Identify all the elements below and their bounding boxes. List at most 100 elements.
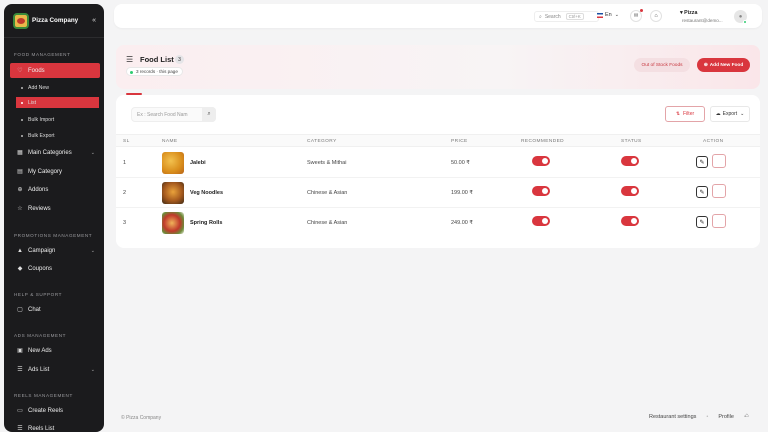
user-name-text: Pizza [684,10,698,16]
food-search-placeholder: Ex : Search Food Nam [137,111,188,118]
video-icon: ▭ [17,408,23,414]
sidebar-item-my-category[interactable]: ▤ My Category [10,165,100,178]
col-status: STATUS [621,139,642,144]
sidebar-item-bulk-import[interactable]: Bulk Import [16,114,99,125]
food-category: Chinese & Asian [307,220,348,226]
filter-icon: ⇅ [675,111,681,117]
records-badge: 3 records · this page [126,67,183,76]
home-icon[interactable]: ⌂ [745,413,749,419]
recommended-toggle[interactable] [532,186,550,196]
bag-icon: ⌂ [654,13,658,19]
status-toggle[interactable] [621,216,639,226]
logo-icon [13,12,29,29]
chat-icon: ▢ [17,307,23,313]
filter-button[interactable]: ⇅ Filter [665,106,705,122]
recommended-toggle[interactable] [532,156,550,166]
sidebar-item-list[interactable]: List [16,97,99,108]
sidebar-item-label: Campaign [28,247,56,254]
page-title: Food List [140,55,174,64]
profile-link[interactable]: Profile [718,414,734,420]
search-shortcut: Ctrl+K [565,13,584,20]
global-search[interactable]: ⌕ Search Ctrl+K [534,11,599,22]
page-header: ☰ Food List 3 3 records · this page Out … [116,45,760,89]
chevron-down-icon: ⌄ [90,366,95,373]
row-sl: 2 [123,190,127,196]
food-image [162,152,184,174]
brand[interactable]: Pizza Company « [4,4,104,38]
section-food-management: FOOD MANAGEMENT [14,52,71,57]
sidebar: Pizza Company « FOOD MANAGEMENT ♡ Foods … [4,4,104,432]
recommended-toggle[interactable] [532,216,550,226]
sidebar-item-campaign[interactable]: ▲ Campaign ⌄ [10,244,100,257]
sidebar-item-label: My Category [28,168,63,175]
sidebar-item-label: Chat [28,306,41,313]
food-table-card: Ex : Search Food Nam ⌕ ⇅ Filter ☁ Export… [116,95,760,248]
status-toggle[interactable] [621,186,639,196]
footer-links: Restaurant settings • Profile • [649,414,746,420]
food-name[interactable]: Jalebi [190,160,206,166]
sidebar-item-label: Reviews [28,205,51,212]
chevron-down-icon: ⌄ [614,12,619,18]
sidebar-item-create-reels[interactable]: ▭ Create Reels [10,404,100,417]
add-new-food-button[interactable]: ⊕ Add New Food [697,58,750,72]
language-label: En [605,12,612,18]
food-name[interactable]: Spring Rolls [190,220,222,226]
add-new-food-label: Add New Food [709,62,744,68]
user-icon: ● [738,13,743,20]
edit-button[interactable]: ✎ [696,156,708,168]
delete-button[interactable] [712,154,726,168]
orders-button[interactable]: ⌂ [650,10,662,22]
food-price: 199.00 ₹ [451,190,473,196]
export-label: Export [722,111,738,117]
restaurant-settings-link[interactable]: Restaurant settings [649,414,696,420]
col-price: PRICE [451,139,468,144]
top-bar: ⌕ Search Ctrl+K En ⌄ ✉ ⌂ ▾ Pizza restaur… [114,4,762,28]
dot-separator: • [706,414,709,420]
user-email: restaurant@demo... [682,18,723,23]
food-icon: ♡ [17,68,23,74]
notification-dot [640,9,643,12]
footer-copyright: © Pizza Company [121,415,162,421]
pencil-icon: ✎ [699,189,705,196]
user-name[interactable]: ▾ Pizza [680,10,697,16]
food-name[interactable]: Veg Noodles [190,190,223,196]
col-recommended: RECOMMENDED [521,139,565,144]
language-selector[interactable]: En ⌄ [597,12,619,18]
sidebar-item-foods[interactable]: ♡ Foods [10,63,100,78]
sidebar-item-addons[interactable]: ⊕ Addons [10,183,100,196]
sidebar-item-main-categories[interactable]: ▦ Main Categories ⌄ [10,146,100,159]
sidebar-item-label: Create Reels [28,407,64,414]
export-button[interactable]: ☁ Export ⌄ [710,106,750,122]
sidebar-item-ads-list[interactable]: ☰ Ads List ⌄ [10,363,100,376]
sidebar-item-label: Main Categories [28,149,72,156]
sidebar-item-reels-list[interactable]: ☰ Reels List [10,422,100,432]
section-ads-management: ADS MANAGEMENT [14,333,67,338]
chevron-down-icon: ⌄ [740,111,745,117]
tag-icon: ◆ [17,266,23,272]
out-of-stock-button[interactable]: Out of Stock Foods [634,58,690,72]
edit-button[interactable]: ✎ [696,186,708,198]
collapse-icon[interactable]: « [92,17,96,24]
pencil-icon: ✎ [699,159,705,166]
sidebar-item-new-ads[interactable]: ▣ New Ads [10,344,100,357]
sidebar-item-coupons[interactable]: ◆ Coupons [10,262,100,275]
sidebar-item-chat[interactable]: ▢ Chat [10,303,100,316]
col-name: NAME [162,139,178,144]
food-price: 249.00 ₹ [451,220,473,226]
sidebar-item-label: Reels List [28,425,55,432]
food-category: Sweets & Mithai [307,160,347,166]
sidebar-item-add-new[interactable]: Add New [16,82,99,93]
col-action: ACTION [703,139,724,144]
sidebar-item-bulk-export[interactable]: Bulk Export [16,130,99,141]
food-image [162,212,184,234]
search-button[interactable]: ⌕ [202,107,216,122]
status-toggle[interactable] [621,156,639,166]
edit-button[interactable]: ✎ [696,216,708,228]
delete-button[interactable] [712,184,726,198]
delete-button[interactable] [712,214,726,228]
filter-list-icon: ☰ [126,55,134,64]
sidebar-item-reviews[interactable]: ☆ Reviews [10,202,100,215]
printer-icon: ▤ [17,169,23,175]
sidebar-item-label: Ads List [28,366,50,373]
pencil-icon: ✎ [699,219,705,226]
